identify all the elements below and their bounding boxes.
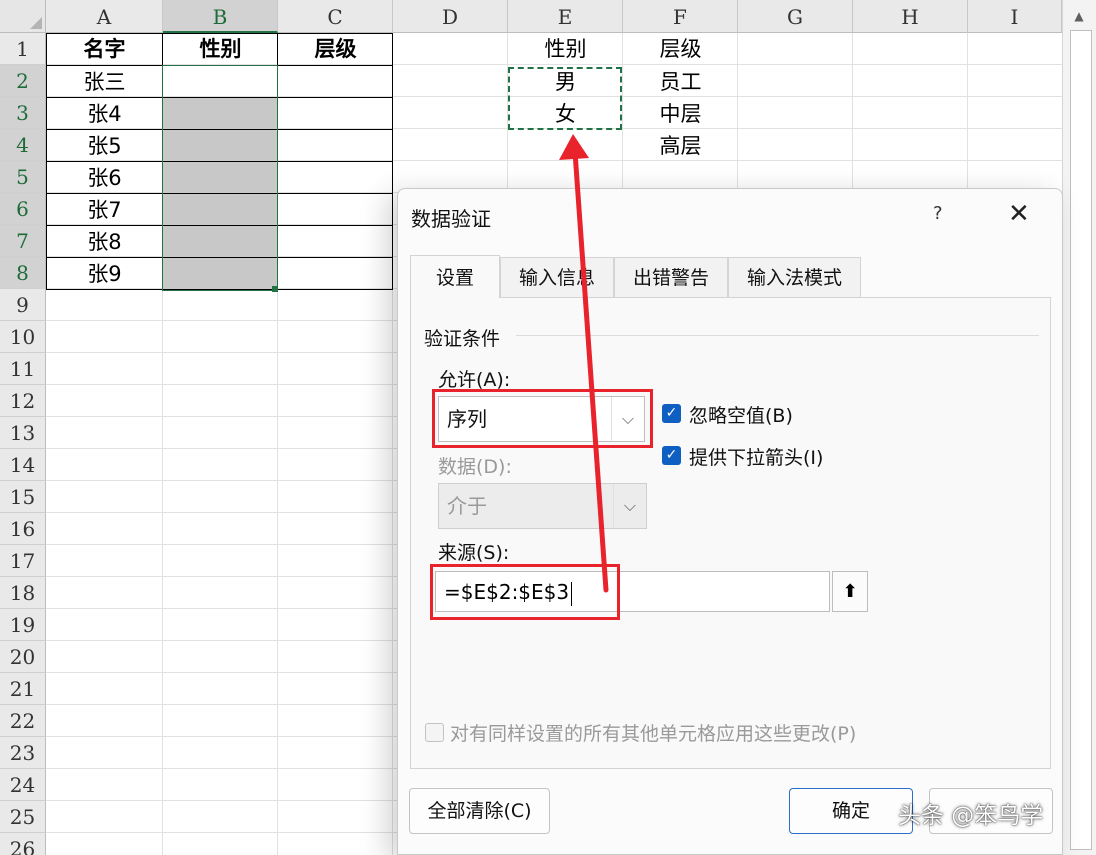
data-select: 介于 ⌵: [438, 483, 647, 529]
cell-a1[interactable]: 名字: [46, 33, 163, 65]
help-icon[interactable]: ?: [933, 203, 943, 224]
cell-a2[interactable]: 张三: [46, 66, 163, 98]
row-header-12[interactable]: 12: [0, 385, 46, 417]
close-icon[interactable]: ✕: [1008, 199, 1030, 229]
column-header-a[interactable]: A: [46, 0, 163, 33]
scrollbar-thumb[interactable]: [1070, 30, 1092, 850]
cell-f4[interactable]: 高层: [623, 130, 738, 162]
row-header-11[interactable]: 11: [0, 353, 46, 385]
row-header-18[interactable]: 18: [0, 577, 46, 609]
row-header-14[interactable]: 14: [0, 449, 46, 481]
clear-all-button[interactable]: 全部清除(C): [409, 788, 550, 834]
chevron-down-icon: ⌵: [613, 484, 646, 528]
row-header-17[interactable]: 17: [0, 545, 46, 577]
row-header-5[interactable]: 5: [0, 161, 46, 193]
column-header-g[interactable]: G: [738, 0, 853, 33]
dialog-title: 数据验证: [411, 207, 491, 231]
row-header-4[interactable]: 4: [0, 129, 46, 161]
scroll-up-icon[interactable]: ▲: [1068, 6, 1090, 26]
row-header-6[interactable]: 6: [0, 193, 46, 225]
tab-error-alert[interactable]: 出错警告: [614, 257, 728, 297]
column-header-i[interactable]: I: [968, 0, 1062, 33]
cell-f3[interactable]: 中层: [623, 98, 738, 130]
tab-settings[interactable]: 设置: [410, 255, 500, 298]
row-header-19[interactable]: 19: [0, 609, 46, 641]
cell-a7[interactable]: 张8: [46, 226, 163, 258]
collapse-dialog-icon[interactable]: ⬆: [832, 571, 868, 612]
data-validation-dialog: 数据验证 ? ✕ 设置 输入信息 出错警告 输入法模式 验证条件 允许(A): …: [397, 188, 1063, 855]
ignore-blank-label[interactable]: 忽略空值(B): [689, 401, 793, 428]
row-header-26[interactable]: 26: [0, 833, 46, 855]
row-header-24[interactable]: 24: [0, 769, 46, 801]
ok-button[interactable]: 确定: [789, 788, 913, 834]
row-header-2[interactable]: 2: [0, 65, 46, 97]
row-header-7[interactable]: 7: [0, 225, 46, 257]
row-header-15[interactable]: 15: [0, 481, 46, 513]
selection-range-b2-b8: [162, 65, 278, 291]
row-header-13[interactable]: 13: [0, 417, 46, 449]
row-header-8[interactable]: 8: [0, 257, 46, 289]
fill-handle[interactable]: [272, 286, 278, 292]
column-header-h[interactable]: H: [853, 0, 968, 33]
cell-a3[interactable]: 张4: [46, 98, 163, 130]
apply-all-label: 对有同样设置的所有其他单元格应用这些更改(P): [450, 723, 857, 745]
vertical-scrollbar[interactable]: ▲: [1062, 0, 1096, 855]
cell-f1[interactable]: 层级: [623, 33, 738, 65]
cell-a5[interactable]: 张6: [46, 162, 163, 194]
select-all-corner[interactable]: [0, 0, 46, 33]
tab-input-message[interactable]: 输入信息: [500, 257, 614, 297]
apply-all-checkbox: [425, 723, 444, 742]
cell-a4[interactable]: 张5: [46, 130, 163, 162]
column-header-c[interactable]: C: [278, 0, 393, 33]
cell-a6[interactable]: 张7: [46, 194, 163, 226]
cell-b1[interactable]: 性别: [163, 33, 278, 65]
row-header-10[interactable]: 10: [0, 321, 46, 353]
ignore-blank-checkbox[interactable]: ✓: [662, 404, 681, 423]
data-select-value: 介于: [447, 494, 487, 518]
row-header-9[interactable]: 9: [0, 289, 46, 321]
column-header-f[interactable]: F: [623, 0, 738, 33]
allow-label: 允许(A):: [438, 369, 511, 391]
validation-criteria-label: 验证条件: [424, 328, 501, 350]
column-header-d[interactable]: D: [393, 0, 508, 33]
group-divider: [516, 335, 1039, 336]
source-label: 来源(S):: [438, 542, 510, 564]
in-cell-dropdown-label[interactable]: 提供下拉箭头(I): [689, 443, 823, 470]
column-header-e[interactable]: E: [508, 0, 623, 33]
cell-a8[interactable]: 张9: [46, 258, 163, 290]
watermark: 头条 @笨鸟学: [898, 803, 1044, 829]
row-header-23[interactable]: 23: [0, 737, 46, 769]
cell-f2[interactable]: 员工: [623, 66, 738, 98]
row-header-1[interactable]: 1: [0, 33, 46, 65]
row-header-16[interactable]: 16: [0, 513, 46, 545]
tab-ime-mode[interactable]: 输入法模式: [728, 257, 861, 297]
annotation-box-source: [430, 564, 620, 620]
data-label: 数据(D):: [438, 456, 512, 478]
row-header-22[interactable]: 22: [0, 705, 46, 737]
in-cell-dropdown-checkbox[interactable]: ✓: [662, 446, 681, 465]
annotation-box-allow: [432, 389, 653, 448]
column-header-b[interactable]: B: [163, 0, 278, 33]
row-header-25[interactable]: 25: [0, 801, 46, 833]
row-header-20[interactable]: 20: [0, 641, 46, 673]
source-range-marquee: [508, 67, 622, 130]
row-header-3[interactable]: 3: [0, 97, 46, 129]
cell-e1[interactable]: 性别: [508, 33, 623, 65]
cell-c1[interactable]: 层级: [278, 33, 393, 65]
row-header-21[interactable]: 21: [0, 673, 46, 705]
